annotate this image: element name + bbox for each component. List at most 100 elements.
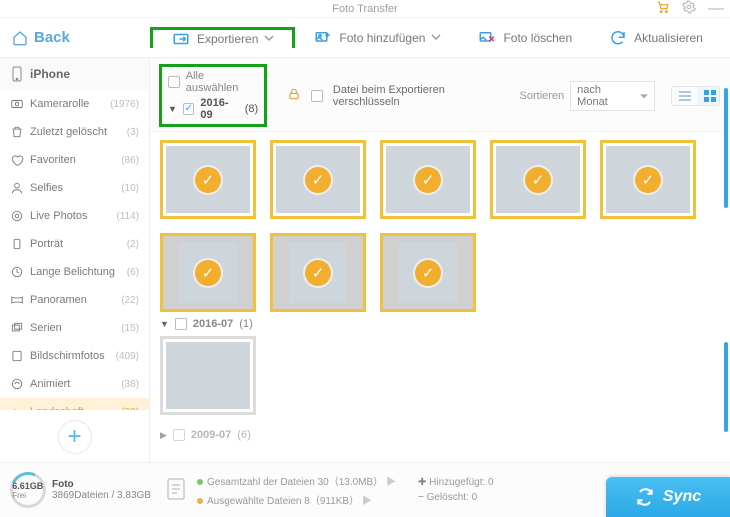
album-label: Kamerarolle: [30, 98, 89, 110]
sidebar-item-animiert[interactable]: Animiert(38): [0, 370, 149, 398]
photo-thumb[interactable]: ✓: [380, 233, 476, 312]
album-label: Panoramen: [30, 294, 87, 306]
album-count: (2): [127, 239, 139, 250]
storage-count: 3869Dateien / 3.83GB: [52, 490, 151, 501]
album-label: Lange Belichtung: [30, 266, 115, 278]
group-count: (6): [237, 429, 250, 441]
photo-thumb[interactable]: ✓: [160, 140, 256, 219]
group-header[interactable]: ▼ 2016-07 (1): [160, 318, 720, 330]
photo-thumb[interactable]: ✓: [600, 140, 696, 219]
group-name: 2016-07: [193, 318, 233, 330]
sidebar-item-lange-belichtung[interactable]: Lange Belichtung(6): [0, 258, 149, 286]
phone-icon: [12, 66, 22, 82]
selected-check-icon: ✓: [195, 260, 221, 286]
selected-check-icon: ✓: [195, 167, 221, 193]
album-count: (22): [121, 295, 139, 306]
selected-check-icon: ✓: [525, 167, 551, 193]
view-list-icon[interactable]: [672, 87, 698, 105]
selected-check-icon: ✓: [415, 260, 441, 286]
delete-photo-icon: [477, 29, 497, 47]
back-button[interactable]: Back: [0, 29, 150, 46]
photo-thumb[interactable]: ✓: [380, 140, 476, 219]
add-photo-icon: [313, 29, 333, 47]
cart-icon[interactable]: [656, 0, 670, 17]
group-checkbox[interactable]: [183, 103, 195, 115]
sidebar-item-bildschirmfotos[interactable]: Bildschirmfotos (409): [0, 342, 149, 370]
sidebar-item-kamerarolle[interactable]: Kamerarolle (1976): [0, 90, 149, 118]
selected-check-icon: ✓: [305, 167, 331, 193]
encrypt-label: Datei beim Exportieren verschlüsseln: [333, 84, 510, 108]
album-count: (409): [116, 351, 139, 362]
photo-thumb[interactable]: ✓: [270, 233, 366, 312]
album-count: (10): [121, 183, 139, 194]
album-count: (114): [116, 211, 139, 222]
sidebar-item-porträt[interactable]: Porträt(2): [0, 230, 149, 258]
group-checkbox[interactable]: [173, 429, 185, 441]
album-count: (30): [121, 407, 139, 411]
sync-icon: [635, 487, 655, 507]
live-icon: [10, 209, 24, 223]
sidebar-item-favoriten[interactable]: Favoriten (86): [0, 146, 149, 174]
delete-photo-button[interactable]: Foto löschen: [459, 28, 590, 48]
export-icon: [171, 30, 191, 48]
export-button[interactable]: Exportieren: [150, 27, 295, 48]
refresh-button[interactable]: Aktualisieren: [590, 28, 721, 48]
footer: 6.61GBFrei Foto 3869Dateien / 3.83GB Ges…: [0, 462, 730, 517]
album-count: (86): [121, 155, 139, 166]
total-files: Gesamtzahl der Dateien 30（13.0MB）: [207, 477, 383, 488]
removed-count: Gelöscht: 0: [427, 492, 478, 503]
device-row[interactable]: iPhone: [0, 58, 149, 90]
collapse-icon[interactable]: ▼: [160, 319, 169, 329]
sidebar-item-selfies[interactable]: Selfies (10): [0, 174, 149, 202]
added-count: Hinzugefügt: 0: [429, 477, 494, 488]
album-label: Favoriten: [30, 154, 76, 166]
group-header[interactable]: ▶ 2009-07 (6): [160, 429, 720, 441]
sidebar-item-landschaft[interactable]: Landschaft(30): [0, 398, 149, 410]
sort-label: Sortieren: [520, 90, 565, 102]
group-name: 2009-07: [191, 429, 231, 441]
select-all-label: Alle auswählen: [186, 70, 258, 94]
photo-thumb[interactable]: ✓: [490, 140, 586, 219]
sidebar-item-panoramen[interactable]: Panoramen (22): [0, 286, 149, 314]
album-count: (3): [127, 127, 139, 138]
selected-check-icon: ✓: [635, 167, 661, 193]
album-label: Live Photos: [30, 210, 87, 222]
photo-thumb[interactable]: [160, 336, 256, 415]
encrypt-checkbox[interactable]: [311, 90, 323, 102]
album-label: Serien: [30, 322, 62, 334]
expand-icon[interactable]: ▶: [160, 430, 167, 441]
sidebar-item-live-photos[interactable]: Live Photos (114): [0, 202, 149, 230]
back-label: Back: [34, 29, 70, 46]
settings-icon[interactable]: [682, 0, 696, 17]
group-name: 2016-09: [200, 97, 238, 121]
home-icon: [12, 30, 28, 46]
lock-icon: [287, 87, 301, 104]
scrollbar[interactable]: [724, 342, 728, 432]
person-icon: [10, 181, 24, 195]
sidebar-item-serien[interactable]: Serien(15): [0, 314, 149, 342]
app-title: Foto Transfer: [332, 3, 397, 15]
collapse-icon[interactable]: ▼: [168, 104, 177, 114]
album-label: Selfies: [30, 182, 63, 194]
scrollbar[interactable]: [724, 88, 728, 208]
add-photo-button[interactable]: Foto hinzufügen: [295, 28, 459, 48]
highlight-box: Alle auswählen ▼ 2016-09 (8): [159, 64, 267, 127]
album-label: Bildschirmfotos: [30, 350, 105, 362]
pano-icon: [10, 293, 24, 307]
album-count: (1976): [110, 99, 139, 110]
sync-button[interactable]: Sync: [606, 477, 730, 517]
sort-select[interactable]: nach Monat: [570, 81, 654, 111]
burst-icon: [10, 321, 24, 335]
photo-thumb[interactable]: ✓: [160, 233, 256, 312]
photo-thumb[interactable]: ✓: [270, 140, 366, 219]
heart-icon: [10, 153, 24, 167]
view-toggle[interactable]: [671, 86, 720, 106]
device-name: iPhone: [30, 67, 70, 81]
album-label: Zuletzt gelöscht: [30, 126, 107, 138]
add-album-button[interactable]: +: [58, 420, 92, 454]
select-all-checkbox[interactable]: [168, 76, 180, 88]
sidebar-item-zuletzt-gelöscht[interactable]: Zuletzt gelöscht (3): [0, 118, 149, 146]
group-checkbox[interactable]: [175, 318, 187, 330]
group-count: (1): [239, 318, 252, 330]
view-grid-icon[interactable]: [698, 87, 720, 105]
